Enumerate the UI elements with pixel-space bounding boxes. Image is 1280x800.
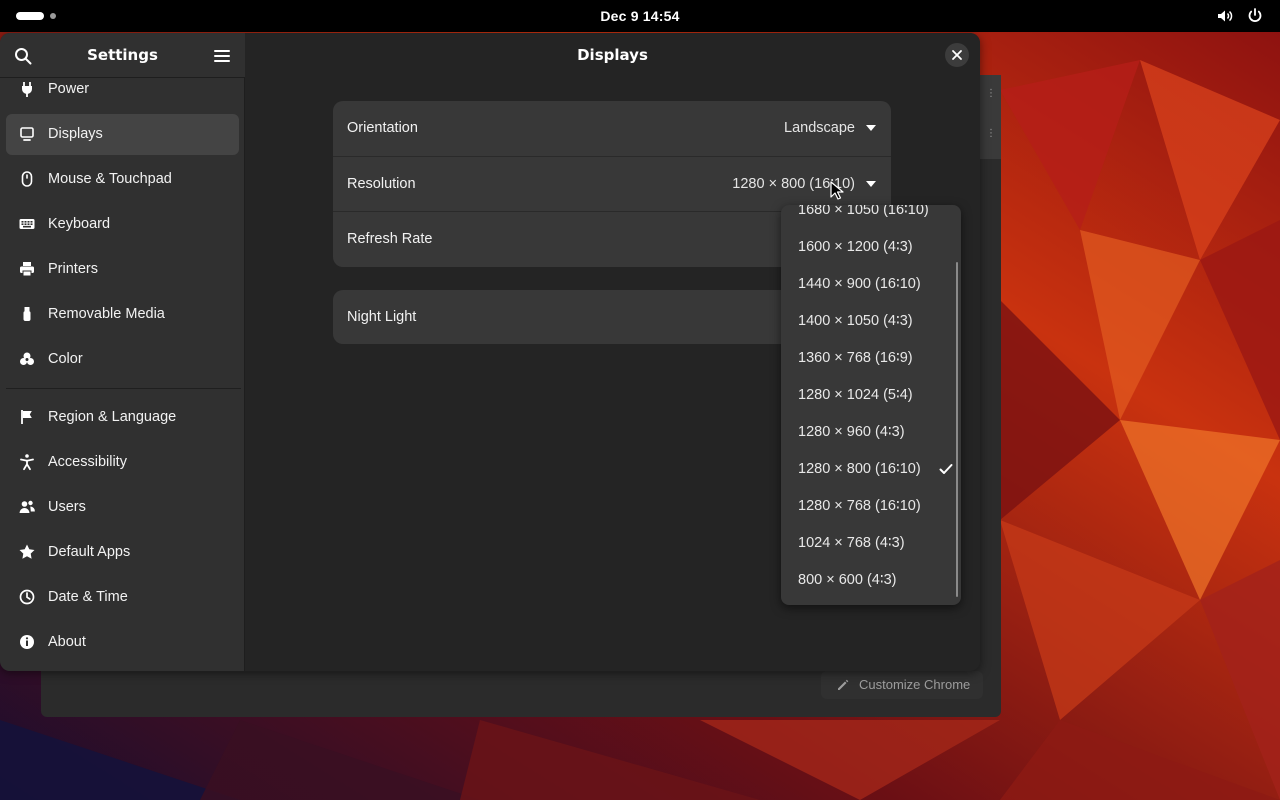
mouse-pointer-icon <box>830 181 844 200</box>
accessibility-icon <box>18 453 36 471</box>
hamburger-menu-icon <box>214 50 230 62</box>
refresh-rate-label: Refresh Rate <box>347 231 433 247</box>
users-icon <box>18 498 36 516</box>
resolution-option[interactable]: 1280 × 960 (4∶3) <box>798 414 948 451</box>
dropdown-arrow-icon <box>866 181 876 187</box>
resolution-option-selected[interactable]: 1280 × 800 (16∶10) <box>798 451 953 488</box>
resolution-option[interactable]: 1440 × 900 (16∶10) <box>798 266 948 303</box>
customize-chrome-label: Customize Chrome <box>859 677 971 692</box>
sidebar-item-date-time[interactable]: Date & Time <box>6 577 239 618</box>
clock[interactable]: Dec 9 14:54 <box>540 0 740 32</box>
sidebar-item-color[interactable]: Color <box>6 339 239 380</box>
info-icon <box>18 633 36 651</box>
background-window-edge: ⋮ ⋮ <box>979 75 1001 159</box>
top-bar: Dec 9 14:54 <box>0 0 1280 32</box>
sidebar: Settings Power Displays Mouse & Touchpad… <box>0 33 245 671</box>
resolution-option[interactable]: 1280 × 768 (16∶10) <box>798 488 948 525</box>
resolution-option[interactable]: 1024 × 768 (4∶3) <box>798 525 948 562</box>
sidebar-item-label: Printers <box>48 261 98 277</box>
main-menu-button[interactable] <box>211 45 233 67</box>
orientation-row[interactable]: Orientation Landscape <box>333 101 891 156</box>
active-workspace-pill <box>16 12 44 20</box>
sidebar-header: Settings <box>0 33 245 78</box>
sidebar-item-label: Displays <box>48 126 103 142</box>
sidebar-item-mouse-touchpad[interactable]: Mouse & Touchpad <box>6 159 239 200</box>
sidebar-item-label: Mouse & Touchpad <box>48 171 172 187</box>
search-icon <box>15 48 32 65</box>
resolution-popover: 1680 × 1050 (16∶10) 1600 × 1200 (4∶3) 14… <box>781 205 961 605</box>
sidebar-item-label: Users <box>48 499 86 515</box>
resolution-option[interactable]: 1600 × 1200 (4∶3) <box>798 229 948 266</box>
keyboard-icon <box>18 215 36 233</box>
sidebar-item-displays[interactable]: Displays <box>6 114 239 155</box>
sidebar-item-about[interactable]: About <box>6 622 239 663</box>
page-title: Displays <box>577 46 648 64</box>
sidebar-item-label: Power <box>48 81 90 97</box>
color-icon <box>18 350 36 368</box>
close-button[interactable] <box>945 43 969 67</box>
sidebar-item-accessibility[interactable]: Accessibility <box>6 442 239 483</box>
power-icon[interactable] <box>1246 7 1264 25</box>
more-icon: ⋮ <box>986 128 996 139</box>
star-icon <box>18 543 36 561</box>
display-icon <box>18 125 36 143</box>
resolution-label: Resolution <box>347 176 416 192</box>
resolution-option[interactable]: 1400 × 1050 (4∶3) <box>798 303 948 340</box>
search-button[interactable] <box>12 45 34 67</box>
sidebar-item-label: Removable Media <box>48 306 165 322</box>
sidebar-item-keyboard[interactable]: Keyboard <box>6 204 239 245</box>
sidebar-item-label: Region & Language <box>48 409 177 425</box>
pencil-icon <box>838 679 849 690</box>
sidebar-item-printers[interactable]: Printers <box>6 249 239 290</box>
sidebar-item-label: Color <box>48 351 83 367</box>
night-light-label: Night Light <box>347 309 417 325</box>
sidebar-item-label: About <box>48 634 86 650</box>
sidebar-item-label: Keyboard <box>48 216 111 232</box>
volume-icon[interactable] <box>1216 7 1234 25</box>
customize-chrome-button[interactable]: Customize Chrome <box>821 671 983 699</box>
orientation-value: Landscape <box>784 120 855 136</box>
checkmark-icon <box>939 464 953 474</box>
orientation-label: Orientation <box>347 120 418 136</box>
sidebar-separator <box>6 388 241 389</box>
clock-icon <box>18 588 36 606</box>
more-icon: ⋮ <box>986 88 996 99</box>
flag-icon <box>18 408 36 426</box>
resolution-option[interactable]: 1280 × 1024 (5∶4) <box>798 377 948 414</box>
activities-indicator[interactable] <box>14 11 62 21</box>
sidebar-item-default-apps[interactable]: Default Apps <box>6 532 239 573</box>
sidebar-item-label: Default Apps <box>48 544 131 560</box>
resolution-option[interactable]: 1680 × 1050 (16∶10) <box>798 205 948 229</box>
resolution-row[interactable]: Resolution 1280 × 800 (16∶10) <box>333 156 891 211</box>
resolution-option[interactable]: 800 × 600 (4∶3) <box>798 562 948 599</box>
close-icon <box>952 50 962 60</box>
sidebar-item-label: Accessibility <box>48 454 127 470</box>
usb-icon <box>18 305 36 323</box>
sidebar-title: Settings <box>87 46 158 64</box>
popover-scrollbar[interactable] <box>956 262 958 597</box>
dropdown-arrow-icon <box>866 125 876 131</box>
printer-icon <box>18 260 36 278</box>
power-plug-icon <box>18 80 36 98</box>
resolution-option[interactable]: 1360 × 768 (16∶9) <box>798 340 948 377</box>
mouse-icon <box>18 170 36 188</box>
sidebar-list: Power Displays Mouse & Touchpad Keyboard… <box>0 79 245 671</box>
sidebar-item-users[interactable]: Users <box>6 487 239 528</box>
sidebar-item-label: Date & Time <box>48 589 128 605</box>
resolution-option-label: 1280 × 800 (16∶10) <box>798 461 921 477</box>
sidebar-item-power[interactable]: Power <box>6 79 239 110</box>
workspace-dot <box>50 13 56 19</box>
sidebar-item-removable-media[interactable]: Removable Media <box>6 294 239 335</box>
sidebar-item-region-language[interactable]: Region & Language <box>6 397 239 438</box>
